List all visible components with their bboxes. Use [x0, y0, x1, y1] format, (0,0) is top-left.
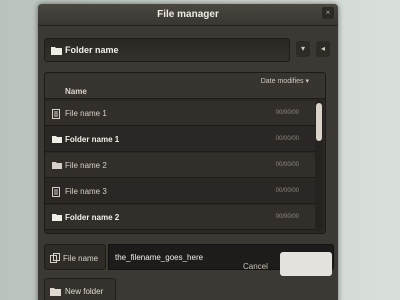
location-dropdown-button[interactable]: ▾: [296, 41, 310, 57]
copy-icon: [50, 253, 60, 263]
file-name-label-text: File name: [63, 254, 99, 263]
list-item-name: File name 2: [65, 161, 107, 170]
list-item-date: 00/00/00: [275, 214, 299, 220]
cancel-button[interactable]: Cancel: [243, 262, 268, 271]
new-folder-button[interactable]: New folder: [44, 278, 116, 300]
folder-icon: [52, 214, 62, 221]
scroll-thumb[interactable]: [316, 103, 322, 141]
confirm-button[interactable]: [280, 252, 332, 276]
folder-icon: [51, 47, 62, 55]
list-item-name: File name 3: [65, 187, 107, 196]
window-title: File manager: [157, 9, 219, 20]
folder-icon: [50, 288, 61, 296]
file-list: Name Date modifies ▾ File name 1 00/00/0…: [44, 72, 326, 234]
list-item[interactable]: File name 2 00/00/00: [45, 153, 317, 178]
file-icon: [52, 187, 60, 197]
title-bar[interactable]: File manager ×: [38, 4, 338, 26]
column-header-name[interactable]: Name: [65, 87, 87, 96]
list-item-date: 00/00/00: [275, 136, 299, 142]
scrollbar[interactable]: [315, 101, 323, 231]
list-item-date: 00/00/00: [275, 162, 299, 168]
list-item-name: File name 1: [65, 109, 107, 118]
new-folder-label: New folder: [65, 287, 104, 296]
file-manager-window: File manager × Folder name ▾ ◂ Name Date…: [38, 4, 338, 300]
file-icon: [52, 109, 60, 119]
folder-icon: [52, 136, 62, 143]
list-item-date: 00/00/00: [275, 110, 299, 116]
file-name-value: the_filename_goes_here: [115, 253, 204, 262]
location-label: Folder name: [65, 45, 119, 55]
list-header: Name Date modifies ▾: [45, 73, 325, 99]
file-name-label: File name: [44, 244, 106, 270]
back-button[interactable]: ◂: [316, 41, 330, 57]
close-button[interactable]: ×: [322, 7, 334, 19]
location-dropdown[interactable]: Folder name: [44, 38, 290, 62]
list-item-date: 00/00/00: [275, 188, 299, 194]
list-item[interactable]: Folder name 2 00/00/00: [45, 205, 317, 230]
list-item-name: Folder name 2: [65, 213, 120, 222]
list-item-name: Folder name 1: [65, 135, 120, 144]
folder-icon: [52, 162, 62, 169]
column-header-date[interactable]: Date modifies ▾: [261, 77, 309, 85]
list-item[interactable]: Folder name 1 00/00/00: [45, 127, 317, 152]
list-item[interactable]: File name 1 00/00/00: [45, 101, 317, 126]
list-item[interactable]: File name 3 00/00/00: [45, 179, 317, 204]
